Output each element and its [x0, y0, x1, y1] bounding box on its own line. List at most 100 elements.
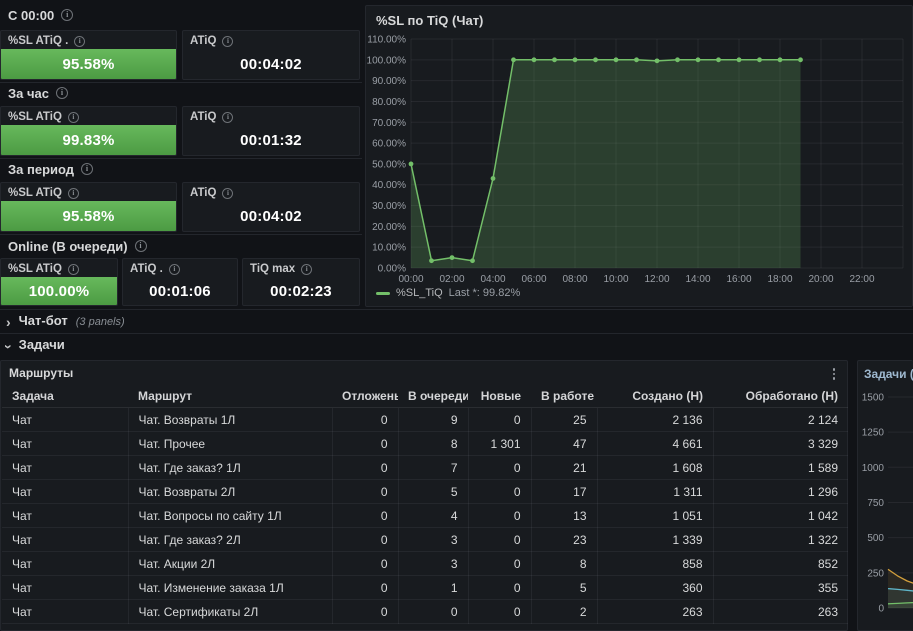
- table-row: Чат Чат. Прочее 0 8 1 301 47 4 661 3 329: [2, 431, 848, 456]
- row-label: Чат-бот: [18, 313, 68, 328]
- table-cell: 0: [332, 479, 399, 504]
- table-row: Чат Чат. Акции 2Л 0 3 0 8 858 852: [2, 551, 848, 576]
- info-icon[interactable]: i: [222, 187, 234, 199]
- table-cell: Чат: [2, 551, 129, 576]
- section-label: За период: [8, 161, 75, 177]
- column-header[interactable]: Создано (Н): [597, 385, 713, 408]
- row-header-tasks[interactable]: › Задачи: [1, 337, 65, 355]
- section-header-online[interactable]: Online (В очереди) i: [8, 238, 147, 254]
- row-divider: [0, 333, 913, 334]
- svg-text:14:00: 14:00: [685, 274, 710, 285]
- column-header[interactable]: Новые: [468, 385, 531, 408]
- routes-table-body: Чат Чат. Возвраты 1Л 0 9 0 25 2 136 2 124 Чат Чат…: [2, 407, 848, 624]
- table-cell: 0: [468, 551, 532, 576]
- svg-text:90.00%: 90.00%: [372, 76, 406, 87]
- table-row: Чат Чат. Сертификаты 2Л 0 0 0 2 263 263: [2, 599, 848, 624]
- table-cell: 5: [398, 479, 469, 504]
- table-cell: 852: [713, 551, 848, 576]
- stat-value: 00:01:32: [240, 131, 302, 149]
- table-cell: 1 339: [597, 527, 714, 552]
- svg-text:1250: 1250: [862, 428, 885, 439]
- table-cell: 360: [597, 575, 714, 600]
- table-cell: Чат: [2, 575, 129, 600]
- table-cell: 1 608: [597, 455, 714, 480]
- sl-timeseries-chart: 0.00% 10.00% 20.00% 30.00% 40.00% 50.00% 60.00…: [367, 35, 904, 285]
- info-icon[interactable]: i: [56, 87, 68, 99]
- legend-swatch-green: [376, 291, 390, 295]
- info-icon[interactable]: i: [81, 163, 94, 175]
- column-header[interactable]: Отложены: [332, 385, 398, 408]
- table-cell: Чат: [2, 455, 129, 480]
- info-icon[interactable]: i: [67, 187, 79, 199]
- info-icon[interactable]: i: [168, 263, 180, 275]
- panel-menu-icon[interactable]: [827, 366, 841, 382]
- svg-text:20.00%: 20.00%: [372, 222, 406, 233]
- table-cell: 2 136: [597, 407, 714, 432]
- svg-text:04:00: 04:00: [480, 274, 505, 285]
- stat-title: %SL ATiQ: [8, 263, 62, 275]
- svg-text:80.00%: 80.00%: [372, 97, 406, 108]
- chevron-down-icon: ›: [1, 344, 18, 350]
- column-header[interactable]: Задача: [2, 385, 128, 408]
- svg-text:06:00: 06:00: [521, 274, 546, 285]
- legend-series-name[interactable]: %SL_TiQ: [396, 287, 443, 299]
- svg-text:00:00: 00:00: [398, 274, 423, 285]
- svg-text:0: 0: [878, 604, 884, 615]
- stat-title: TiQ max: [250, 263, 296, 275]
- stat-title: %SL ATiQ: [8, 187, 62, 199]
- svg-text:1500: 1500: [862, 392, 885, 403]
- table-cell: Чат: [2, 431, 129, 456]
- tasks-chart-title[interactable]: Задачи (Чат): [864, 367, 913, 381]
- section-header-hour[interactable]: За час i: [8, 85, 68, 101]
- info-icon[interactable]: i: [301, 263, 313, 275]
- section-divider: [0, 158, 362, 159]
- table-cell: Чат. Изменение заказа 1Л: [128, 575, 333, 600]
- info-icon[interactable]: i: [222, 111, 234, 123]
- stat-value-bar: 100.00%: [1, 277, 117, 305]
- info-icon[interactable]: i: [61, 9, 74, 21]
- routes-panel-title[interactable]: Маршруты: [9, 366, 73, 380]
- stat-title: ATiQ: [190, 111, 217, 123]
- table-cell: 0: [468, 527, 532, 552]
- column-header[interactable]: В работе: [531, 385, 597, 408]
- column-header[interactable]: В очереди ↓: [398, 385, 468, 408]
- info-icon[interactable]: i: [67, 111, 79, 123]
- column-header[interactable]: Обработано (Н): [713, 385, 848, 408]
- table-cell: 25: [531, 407, 598, 432]
- info-icon[interactable]: i: [134, 240, 147, 252]
- table-cell: 47: [531, 431, 598, 456]
- table-row: Чат Чат. Вопросы по сайту 1Л 0 4 0 13 1 051 1 0…: [2, 503, 848, 528]
- svg-text:16:00: 16:00: [726, 274, 751, 285]
- column-header[interactable]: Маршрут: [128, 385, 332, 408]
- svg-text:18:00: 18:00: [767, 274, 792, 285]
- section-header-from-midnight[interactable]: С 00:00 i: [8, 7, 74, 23]
- stat-value-bar: 95.58%: [1, 201, 176, 231]
- info-icon[interactable]: i: [67, 263, 79, 275]
- stat-panel-sl-atiq-online: %SL ATiQ i 100.00%: [0, 258, 118, 306]
- table-cell: Чат: [2, 527, 129, 552]
- table-cell: 4 661: [597, 431, 714, 456]
- stat-panel-atiq-online: ATiQ . i 00:01:06: [122, 258, 238, 306]
- svg-text:30.00%: 30.00%: [372, 201, 406, 212]
- section-label: С 00:00: [8, 7, 55, 23]
- tasks-chart-panel: Задачи (Чат) 0 250 500 750 1000 1250 1500: [857, 360, 913, 631]
- table-cell: 1 296: [713, 479, 848, 504]
- row-header-chatbot[interactable]: › Чат-бот (3 panels): [6, 313, 125, 331]
- info-icon[interactable]: i: [74, 35, 86, 47]
- sl-chart-title[interactable]: %SL по TiQ (Чат): [376, 13, 483, 28]
- table-cell: 4: [398, 503, 469, 528]
- stat-title: ATiQ .: [130, 263, 163, 275]
- table-row: Чат Чат. Где заказ? 2Л 0 3 0 23 1 339 1 322: [2, 527, 848, 552]
- sl-chart-legend[interactable]: %SL_TiQ Last *: 99.82%: [376, 287, 520, 299]
- info-icon[interactable]: i: [222, 35, 234, 47]
- row-panels-count: (3 panels): [75, 316, 125, 328]
- section-header-period[interactable]: За период i: [8, 161, 94, 177]
- table-cell: 3: [398, 527, 469, 552]
- table-cell: 9: [398, 407, 469, 432]
- table-cell: 0: [332, 551, 399, 576]
- sl-chart-panel: %SL по TiQ (Чат) 0.00% 10.00% 20.00% 30.00%…: [365, 5, 913, 307]
- stat-value: 00:02:23: [270, 282, 332, 300]
- table-cell: 1 311: [597, 479, 714, 504]
- table-cell: 1: [398, 575, 469, 600]
- table-cell: 0: [468, 479, 532, 504]
